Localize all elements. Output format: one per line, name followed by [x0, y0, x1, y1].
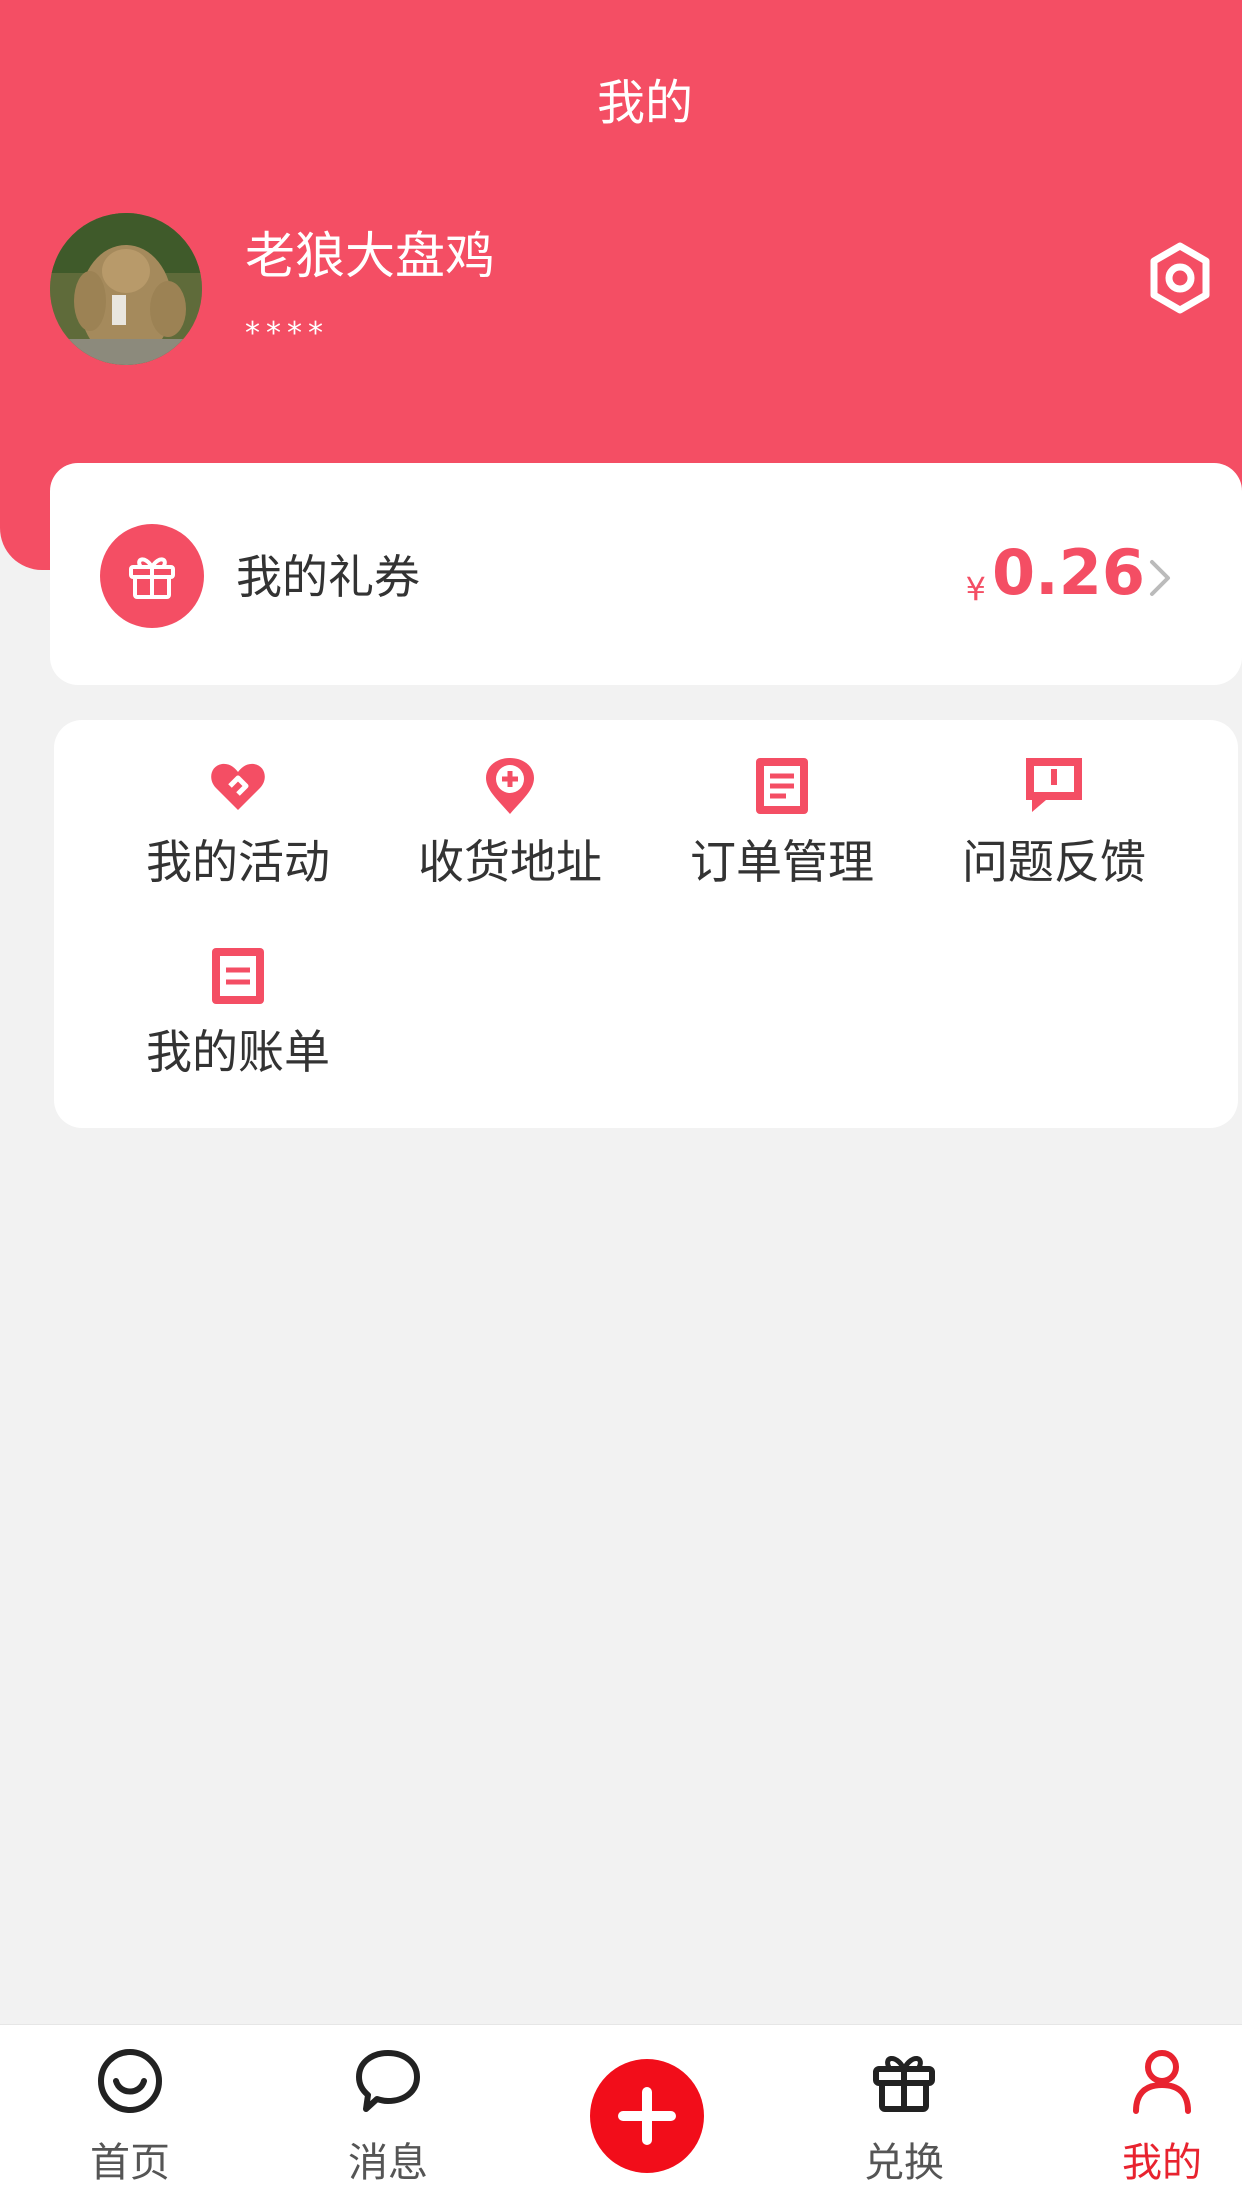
- coupon-card[interactable]: 我的礼券 ¥0.26: [50, 463, 1242, 685]
- smile-icon: [98, 2049, 162, 2113]
- chevron-right-icon: [1150, 560, 1170, 596]
- coupon-currency: ¥: [965, 570, 987, 608]
- heart-link-icon: [211, 763, 265, 810]
- add-button[interactable]: [590, 2059, 704, 2173]
- coupon-amount-value: 0.26: [992, 536, 1145, 609]
- coupon-amount: ¥0.26: [935, 533, 1145, 629]
- coupon-icon-badge: [100, 524, 204, 628]
- plus-icon: [618, 2087, 676, 2145]
- avatar-photo-icon: [50, 213, 202, 365]
- location-plus-icon: [486, 758, 534, 814]
- gift-icon: [129, 557, 175, 599]
- gift-icon: [873, 2056, 935, 2112]
- menu-item-label: 订单管理: [690, 835, 874, 889]
- menu-item-label: 问题反馈: [962, 835, 1146, 889]
- menu-item-activities[interactable]: 我的活动: [102, 720, 374, 900]
- user-name: 老狼大盘鸡: [245, 227, 495, 285]
- bottom-nav: 首页 消息 兑换 我的: [0, 2024, 1242, 2208]
- menu-item-label: 我的活动: [146, 835, 330, 889]
- user-icon: [1133, 2050, 1191, 2114]
- nav-tab-messages[interactable]: 消息: [278, 2025, 498, 2208]
- menu-item-address[interactable]: 收货地址: [374, 720, 646, 900]
- settings-button[interactable]: [1140, 238, 1220, 318]
- bill-icon: [212, 948, 264, 1004]
- page-title: 我的: [596, 75, 693, 131]
- nav-tab-exchange[interactable]: 兑换: [794, 2025, 1014, 2208]
- gear-icon: [1150, 242, 1210, 314]
- menu-item-label: 收货地址: [418, 835, 602, 889]
- menu-item-orders[interactable]: 订单管理: [646, 720, 918, 900]
- nav-tab-label: 消息: [348, 2140, 428, 2186]
- menu-item-label: 我的账单: [146, 1025, 330, 1079]
- chat-bubble-icon: [356, 2050, 420, 2112]
- menu-item-feedback[interactable]: 问题反馈: [918, 720, 1190, 900]
- nav-tab-mine[interactable]: 我的: [1052, 2025, 1242, 2208]
- avatar[interactable]: [50, 213, 202, 365]
- nav-tab-home[interactable]: 首页: [20, 2025, 240, 2208]
- user-phone-masked: ****: [245, 316, 329, 351]
- nav-tab-label: 首页: [90, 2140, 170, 2186]
- menu-item-bills[interactable]: 我的账单: [102, 910, 374, 1090]
- nav-tab-label: 我的: [1122, 2140, 1202, 2186]
- document-icon: [756, 758, 808, 814]
- coupon-label: 我的礼券: [236, 550, 420, 604]
- nav-tab-label: 兑换: [864, 2140, 944, 2186]
- menu-card: 我的活动 收货地址 订单管理 问题反馈 我的账单: [54, 720, 1238, 1128]
- feedback-icon: [1026, 758, 1082, 812]
